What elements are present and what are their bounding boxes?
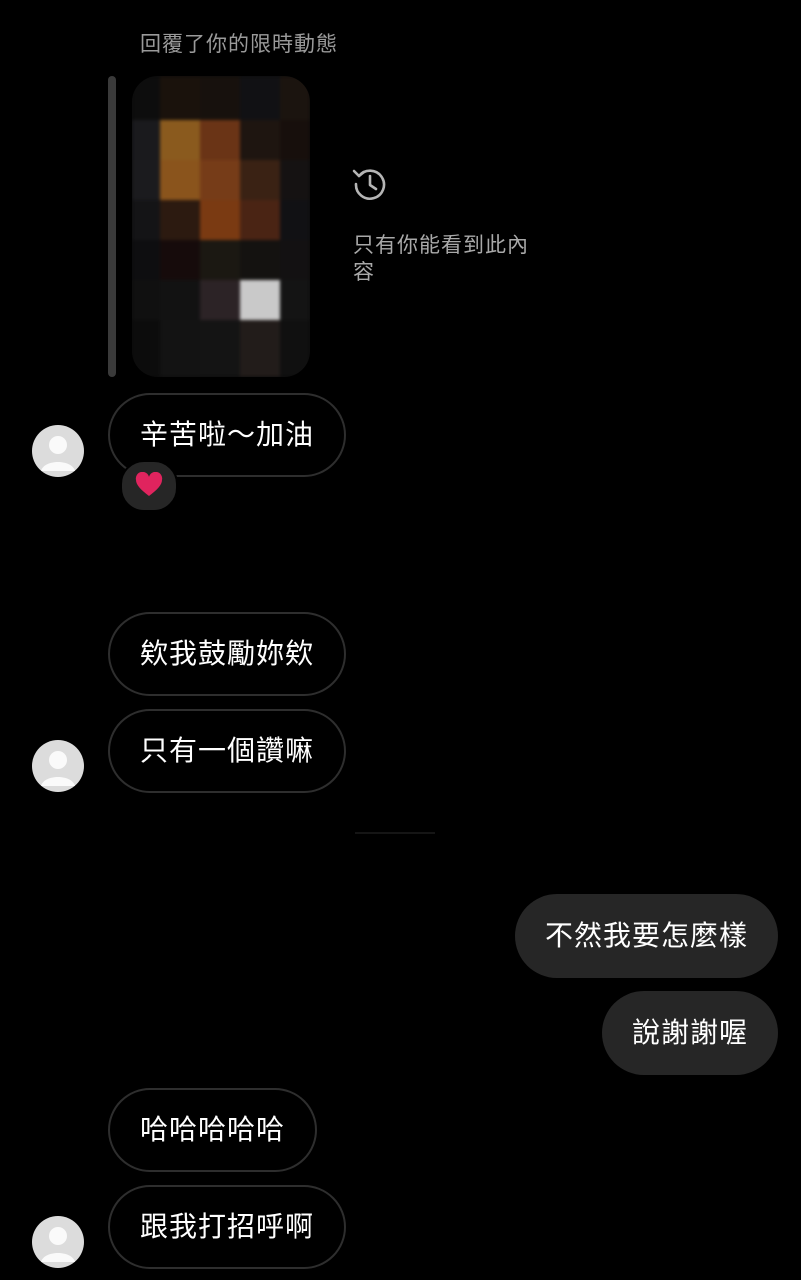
sender-avatar[interactable] (32, 1216, 84, 1268)
story-thumbnail[interactable] (132, 76, 310, 377)
outgoing-message[interactable]: 不然我要怎麼樣 (514, 894, 778, 978)
default-avatar-icon (41, 751, 75, 786)
divider (355, 832, 435, 834)
incoming-message[interactable]: 只有一個讚嘛 (108, 709, 347, 793)
outgoing-message[interactable]: 說謝謝喔 (601, 991, 778, 1075)
red-heart-icon (135, 472, 163, 496)
incoming-message[interactable]: 哈哈哈哈哈 (108, 1088, 318, 1172)
pixelated-story-image (132, 76, 310, 377)
quote-bar (108, 76, 116, 377)
history-icon (352, 169, 386, 200)
incoming-message[interactable]: 跟我打招呼啊 (108, 1185, 347, 1269)
default-avatar-icon (41, 436, 75, 471)
private-content-note: 只有你能看到此內容 (353, 233, 529, 284)
sender-avatar[interactable] (32, 425, 84, 477)
sender-avatar[interactable] (32, 740, 84, 792)
story-reply-label: 回覆了你的限時動態 (140, 32, 338, 56)
incoming-message[interactable]: 欸我鼓勵妳欸 (108, 612, 347, 696)
default-avatar-icon (41, 1227, 75, 1262)
reaction-badge[interactable] (120, 460, 178, 512)
